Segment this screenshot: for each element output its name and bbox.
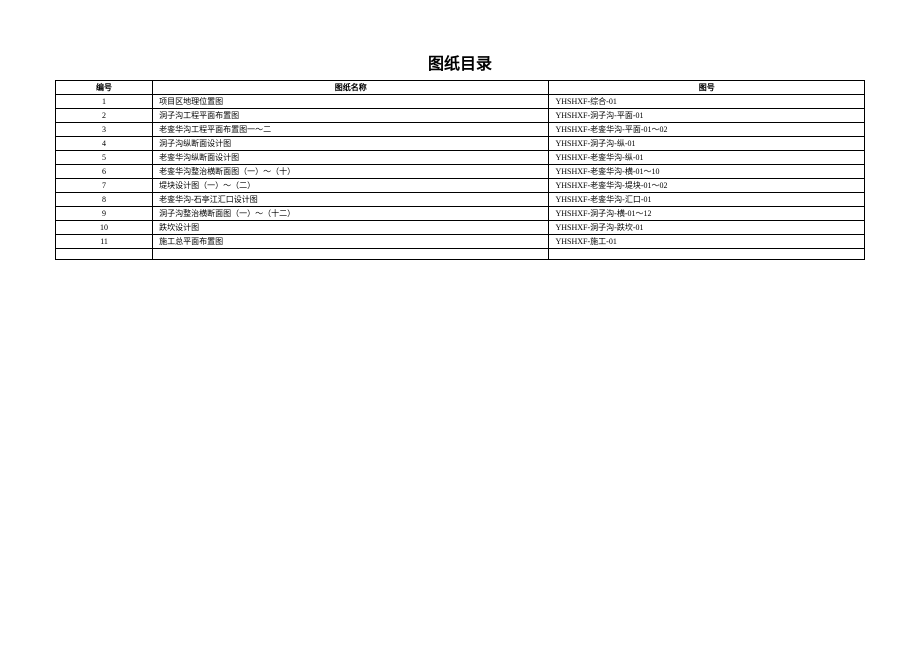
cell-blank [153, 249, 549, 260]
cell-name: 老銮华沟整治横断面图（一）～（十） [153, 165, 549, 179]
page-title: 图纸目录 [55, 50, 865, 74]
cell-name: 老銮华沟-石亭江汇口设计图 [153, 193, 549, 207]
cell-code: YHSHXF-施工-01 [549, 235, 865, 249]
cell-name: 跌坎设计图 [153, 221, 549, 235]
table-row: 8老銮华沟-石亭江汇口设计图YHSHXF-老銮华沟-汇口-01 [56, 193, 865, 207]
cell-num: 1 [56, 95, 153, 109]
cell-code: YHSHXF-洞子沟-跌坎-01 [549, 221, 865, 235]
header-code: 图号 [549, 81, 865, 95]
cell-name: 堤块设计图（一）～（二） [153, 179, 549, 193]
cell-name: 施工总平面布置图 [153, 235, 549, 249]
cell-code: YHSHXF-综合-01 [549, 95, 865, 109]
cell-name: 老銮华沟工程平面布置图一～二 [153, 123, 549, 137]
table-row: 3老銮华沟工程平面布置图一～二YHSHXF-老銮华沟-平面-01～02 [56, 123, 865, 137]
cell-num: 6 [56, 165, 153, 179]
cell-code: YHSHXF-老銮华沟-汇口-01 [549, 193, 865, 207]
cell-num: 9 [56, 207, 153, 221]
cell-code: YHSHXF-洞子沟-纵-01 [549, 137, 865, 151]
cell-code: YHSHXF-洞子沟-平面-01 [549, 109, 865, 123]
table-row: 10跌坎设计图YHSHXF-洞子沟-跌坎-01 [56, 221, 865, 235]
cell-name: 老銮华沟纵断面设计图 [153, 151, 549, 165]
table-row: 7堤块设计图（一）～（二）YHSHXF-老銮华沟-堤块-01～02 [56, 179, 865, 193]
table-row: 6老銮华沟整治横断面图（一）～（十）YHSHXF-老銮华沟-横-01～10 [56, 165, 865, 179]
cell-blank [549, 249, 865, 260]
table-row: 11施工总平面布置图YHSHXF-施工-01 [56, 235, 865, 249]
header-name: 图纸名称 [153, 81, 549, 95]
cell-num: 3 [56, 123, 153, 137]
cell-num: 5 [56, 151, 153, 165]
cell-num: 11 [56, 235, 153, 249]
cell-num: 2 [56, 109, 153, 123]
drawing-index-table: 编号 图纸名称 图号 1项目区地理位置图YHSHXF-综合-012洞子沟工程平面… [55, 80, 865, 260]
cell-code: YHSHXF-老銮华沟-横-01～10 [549, 165, 865, 179]
cell-code: YHSHXF-洞子沟-横-01～12 [549, 207, 865, 221]
cell-code: YHSHXF-老銮华沟-平面-01～02 [549, 123, 865, 137]
table-row: 1项目区地理位置图YHSHXF-综合-01 [56, 95, 865, 109]
cell-num: 10 [56, 221, 153, 235]
cell-num: 4 [56, 137, 153, 151]
cell-name: 项目区地理位置图 [153, 95, 549, 109]
cell-blank [56, 249, 153, 260]
table-row: 2洞子沟工程平面布置图YHSHXF-洞子沟-平面-01 [56, 109, 865, 123]
table-row: 5老銮华沟纵断面设计图YHSHXF-老銮华沟-纵-01 [56, 151, 865, 165]
cell-num: 8 [56, 193, 153, 207]
cell-code: YHSHXF-老銮华沟-堤块-01～02 [549, 179, 865, 193]
header-num: 编号 [56, 81, 153, 95]
cell-code: YHSHXF-老銮华沟-纵-01 [549, 151, 865, 165]
table-header-row: 编号 图纸名称 图号 [56, 81, 865, 95]
cell-num: 7 [56, 179, 153, 193]
table-row: 4洞子沟纵断面设计图YHSHXF-洞子沟-纵-01 [56, 137, 865, 151]
cell-name: 洞子沟工程平面布置图 [153, 109, 549, 123]
cell-name: 洞子沟整治横断面图（一）～（十二） [153, 207, 549, 221]
cell-name: 洞子沟纵断面设计图 [153, 137, 549, 151]
table-row: 9洞子沟整治横断面图（一）～（十二）YHSHXF-洞子沟-横-01～12 [56, 207, 865, 221]
table-row-blank [56, 249, 865, 260]
